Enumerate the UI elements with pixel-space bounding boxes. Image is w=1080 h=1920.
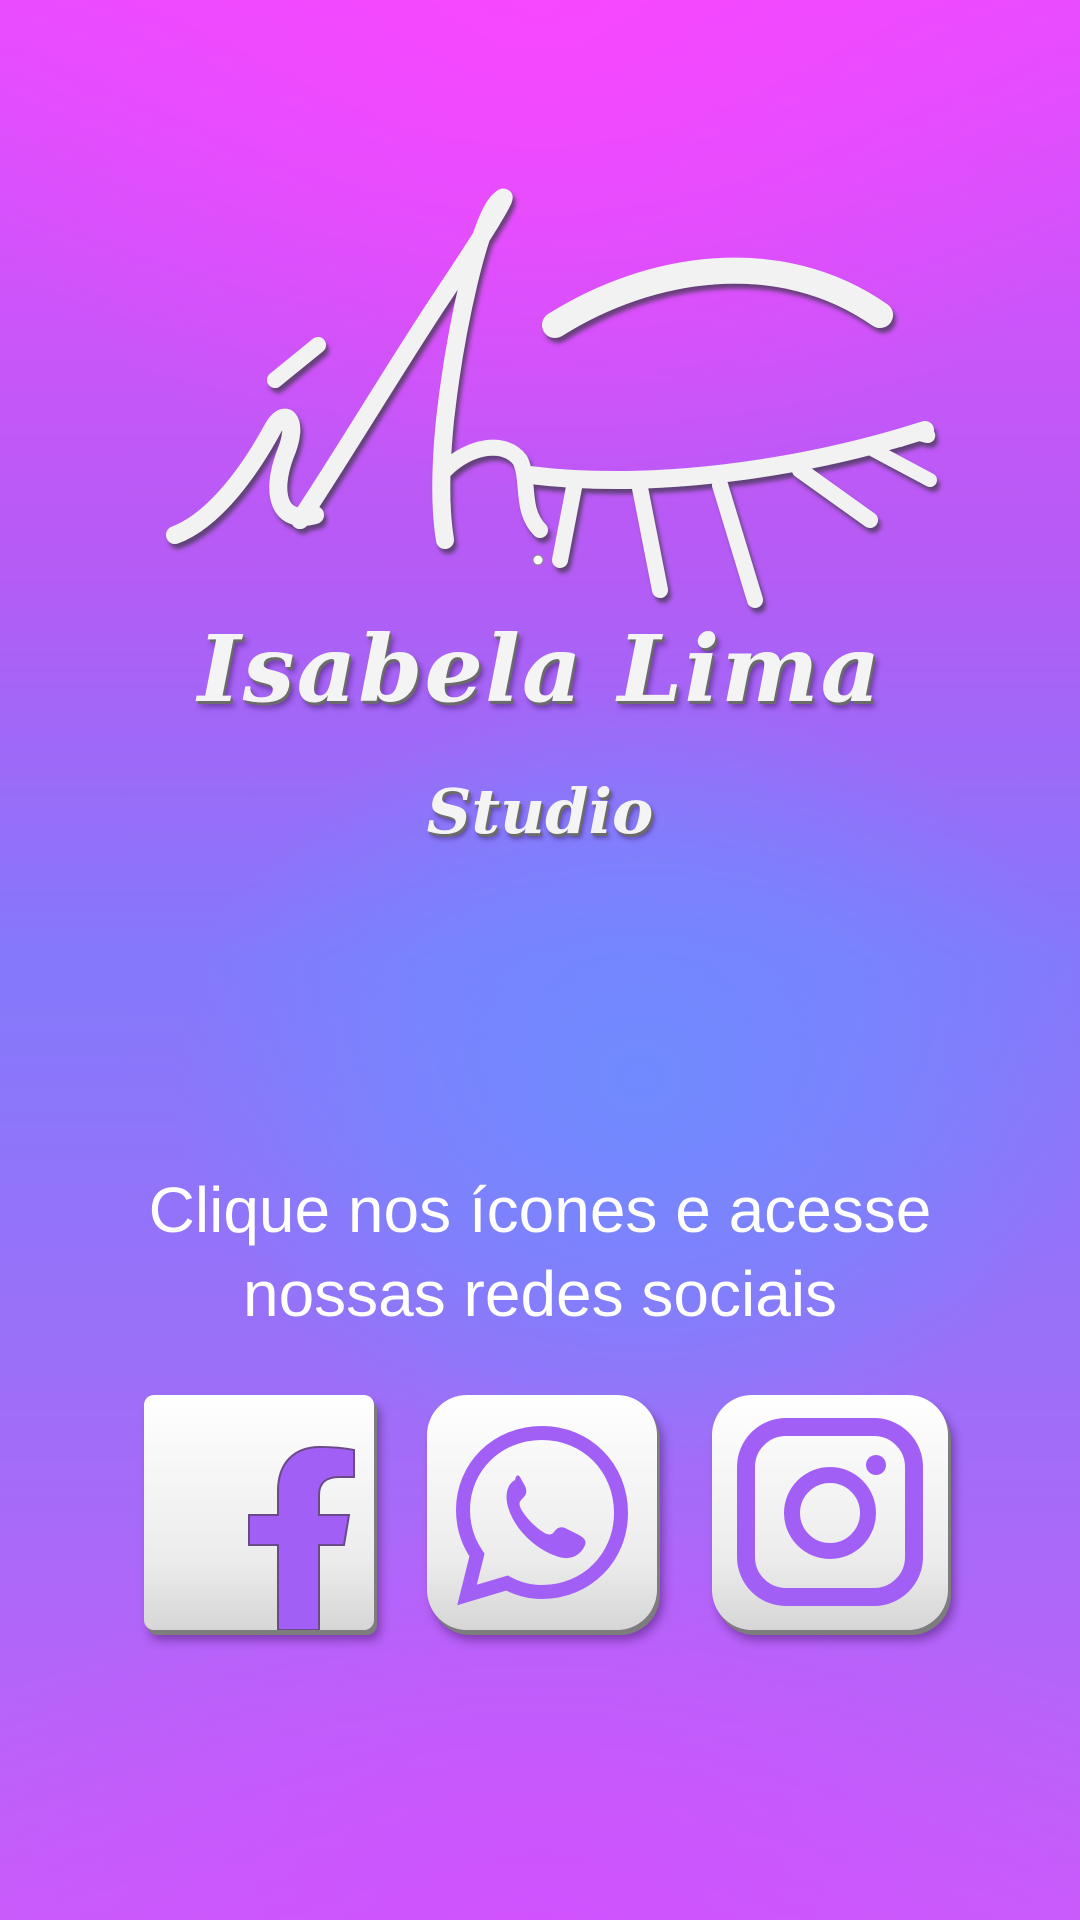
instagram-icon xyxy=(737,1418,923,1606)
facebook-icon xyxy=(248,1445,355,1630)
logo xyxy=(0,0,1080,900)
instagram-button[interactable] xyxy=(712,1395,948,1630)
cta-line-1: Clique nos ícones e acesse xyxy=(148,1174,932,1246)
ih-monogram-eyelash-icon xyxy=(166,188,937,608)
whatsapp-icon xyxy=(455,1425,629,1606)
brand-name: Isabela Lima xyxy=(197,615,883,723)
brand-subtitle: Studio xyxy=(426,775,654,848)
call-to-action-text: Clique nos ícones e acesse nossas redes … xyxy=(0,1168,1080,1336)
social-links xyxy=(0,1395,1080,1635)
whatsapp-button[interactable] xyxy=(427,1395,657,1630)
facebook-button[interactable] xyxy=(144,1395,374,1630)
cta-line-2: nossas redes sociais xyxy=(242,1258,838,1330)
